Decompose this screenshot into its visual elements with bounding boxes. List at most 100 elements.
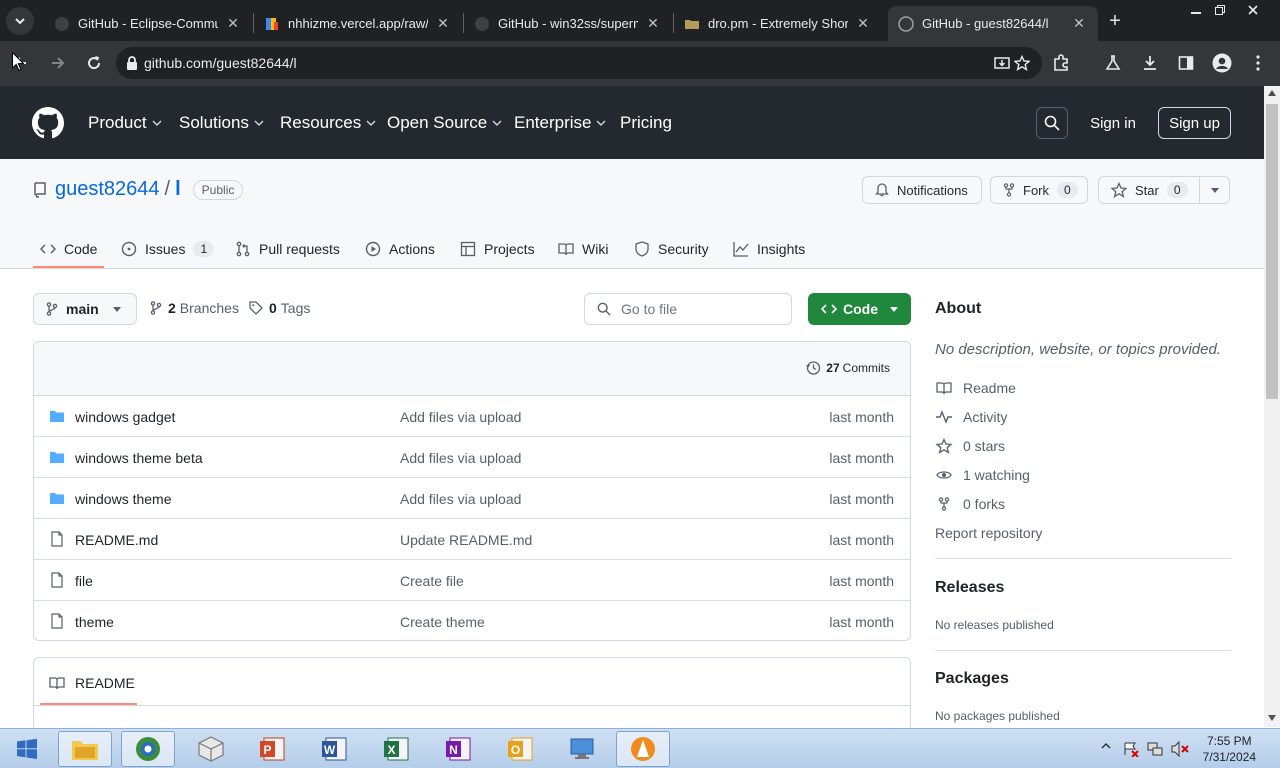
close-window-button[interactable] (1240, 0, 1266, 20)
nav-enterprise[interactable]: Enterprise (514, 86, 607, 159)
nav-open-source[interactable]: Open Source (387, 86, 502, 159)
close-tab-icon[interactable]: ✕ (644, 15, 662, 33)
tray-expand-icon[interactable] (1101, 741, 1111, 751)
table-row[interactable]: README.md Update README.md last month (34, 519, 910, 560)
star-bookmark-icon[interactable] (1014, 55, 1030, 71)
table-row[interactable]: windows theme Add files via upload last … (34, 478, 910, 519)
taskbar-vlc[interactable] (616, 731, 670, 767)
forks-link[interactable]: 0 forks (935, 496, 1005, 512)
menu-button[interactable] (1244, 49, 1272, 77)
start-button[interactable] (2, 731, 52, 767)
tab-projects[interactable]: Projects (460, 229, 535, 269)
taskbar-excel[interactable]: X (369, 731, 423, 767)
nav-resources[interactable]: Resources (280, 86, 376, 159)
taskbar-remote-desktop[interactable] (555, 731, 609, 767)
commit-message-link[interactable]: Update README.md (400, 532, 532, 548)
browser-tab-active[interactable]: GitHub - guest82644/l ✕ (888, 6, 1098, 41)
commit-message-link[interactable]: Create theme (400, 614, 485, 630)
tab-security[interactable]: Security (634, 229, 709, 269)
file-name-link[interactable]: windows theme beta (75, 450, 203, 466)
network-icon[interactable] (1147, 741, 1163, 757)
forward-button[interactable] (44, 49, 72, 77)
taskbar-explorer[interactable] (58, 731, 112, 767)
commit-message-link[interactable]: Add files via upload (400, 409, 521, 425)
table-row[interactable]: theme Create theme last month (34, 601, 910, 640)
system-clock[interactable]: 7:55 PM 7/31/2024 (1203, 733, 1256, 765)
restore-button[interactable] (1207, 0, 1233, 20)
taskbar-browser[interactable] (121, 731, 175, 767)
taskbar-app-cube[interactable] (184, 731, 238, 767)
notifications-button[interactable]: Notifications (862, 176, 982, 204)
tags-link[interactable]: 0 Tags (249, 300, 310, 316)
code-dropdown-button[interactable]: Code (808, 293, 911, 325)
close-tab-icon[interactable]: ✕ (854, 15, 872, 33)
activity-link[interactable]: Activity (935, 409, 1007, 425)
table-row[interactable]: windows gadget Add files via upload last… (34, 396, 910, 437)
fork-button[interactable]: Fork 0 (990, 176, 1088, 204)
volume-muted-icon[interactable] (1171, 741, 1189, 757)
star-list-dropdown[interactable] (1199, 177, 1229, 203)
report-repository-link[interactable]: Report repository (935, 525, 1042, 541)
file-name-link[interactable]: file (75, 573, 93, 589)
taskbar-word[interactable]: W (307, 731, 361, 767)
close-tab-icon[interactable]: ✕ (1070, 15, 1088, 33)
install-app-icon[interactable] (994, 55, 1010, 71)
side-panel-button[interactable] (1172, 49, 1200, 77)
commit-message-link[interactable]: Add files via upload (400, 491, 521, 507)
tab-actions[interactable]: Actions (365, 229, 435, 269)
repo-name-link[interactable]: l (175, 178, 181, 201)
browser-tab[interactable]: GitHub - Eclipse-Commun ✕ (44, 6, 252, 41)
labs-button[interactable] (1099, 49, 1127, 77)
browser-tab[interactable]: GitHub - win32ss/superm ✕ (464, 6, 672, 41)
scrollbar-thumb[interactable] (1266, 104, 1278, 399)
stars-link[interactable]: 0 stars (935, 438, 1005, 454)
extensions-button[interactable] (1047, 49, 1075, 77)
table-row[interactable]: windows theme beta Add files via upload … (34, 437, 910, 478)
commits-link[interactable]: 27 Commits (805, 360, 890, 376)
address-bar[interactable]: github.com/guest82644/l (116, 47, 1042, 79)
star-button[interactable]: Star 0 (1098, 176, 1230, 204)
taskbar-outlook[interactable]: O (493, 731, 547, 767)
sign-up-button[interactable]: Sign up (1158, 107, 1231, 139)
file-name-link[interactable]: windows gadget (75, 409, 175, 425)
readme-link[interactable]: Readme (935, 380, 1016, 396)
branches-link[interactable]: 2 Branches (150, 300, 239, 316)
search-button[interactable] (1036, 107, 1068, 139)
tab-code[interactable]: Code (40, 229, 97, 269)
downloads-button[interactable] (1136, 49, 1164, 77)
new-tab-button[interactable]: + (1102, 8, 1128, 34)
close-tab-icon[interactable]: ✕ (434, 15, 452, 33)
browser-tab[interactable]: dro.pm - Extremely Short ✕ (674, 6, 882, 41)
packages-heading[interactable]: Packages (935, 670, 1009, 688)
github-logo-icon[interactable] (32, 107, 64, 139)
commit-message-link[interactable]: Create file (400, 573, 464, 589)
taskbar-powerpoint[interactable]: P (245, 731, 299, 767)
file-name-link[interactable]: README.md (75, 532, 158, 548)
close-tab-icon[interactable]: ✕ (224, 15, 242, 33)
table-row[interactable]: file Create file last month (34, 560, 910, 601)
nav-product[interactable]: Product (88, 86, 162, 159)
tab-issues[interactable]: Issues 1 (121, 229, 215, 269)
file-name-link[interactable]: windows theme (75, 491, 172, 507)
minimize-button[interactable] (1183, 0, 1209, 20)
readme-tab[interactable]: README (49, 675, 135, 691)
reload-button[interactable] (80, 49, 108, 77)
tab-pull-requests[interactable]: Pull requests (235, 229, 340, 269)
nav-solutions[interactable]: Solutions (179, 86, 264, 159)
tab-insights[interactable]: Insights (733, 229, 805, 269)
sign-in-link[interactable]: Sign in (1084, 107, 1142, 139)
action-center-icon[interactable] (1123, 741, 1139, 757)
nav-pricing[interactable]: Pricing (620, 86, 672, 159)
watching-link[interactable]: 1 watching (935, 467, 1030, 483)
go-to-file-input[interactable]: Go to file (584, 293, 792, 325)
scroll-down-icon[interactable] (1268, 715, 1276, 721)
tab-search-button[interactable] (6, 7, 34, 35)
branch-select-button[interactable]: main (33, 293, 137, 325)
releases-heading[interactable]: Releases (935, 579, 1004, 597)
page-scrollbar[interactable] (1264, 86, 1280, 727)
taskbar-onenote[interactable]: N (431, 731, 485, 767)
profile-button[interactable] (1208, 49, 1236, 77)
browser-tab[interactable]: nhhizme.vercel.app/raw/l ✕ (254, 6, 462, 41)
commit-message-link[interactable]: Add files via upload (400, 450, 521, 466)
tab-wiki[interactable]: Wiki (558, 229, 608, 269)
